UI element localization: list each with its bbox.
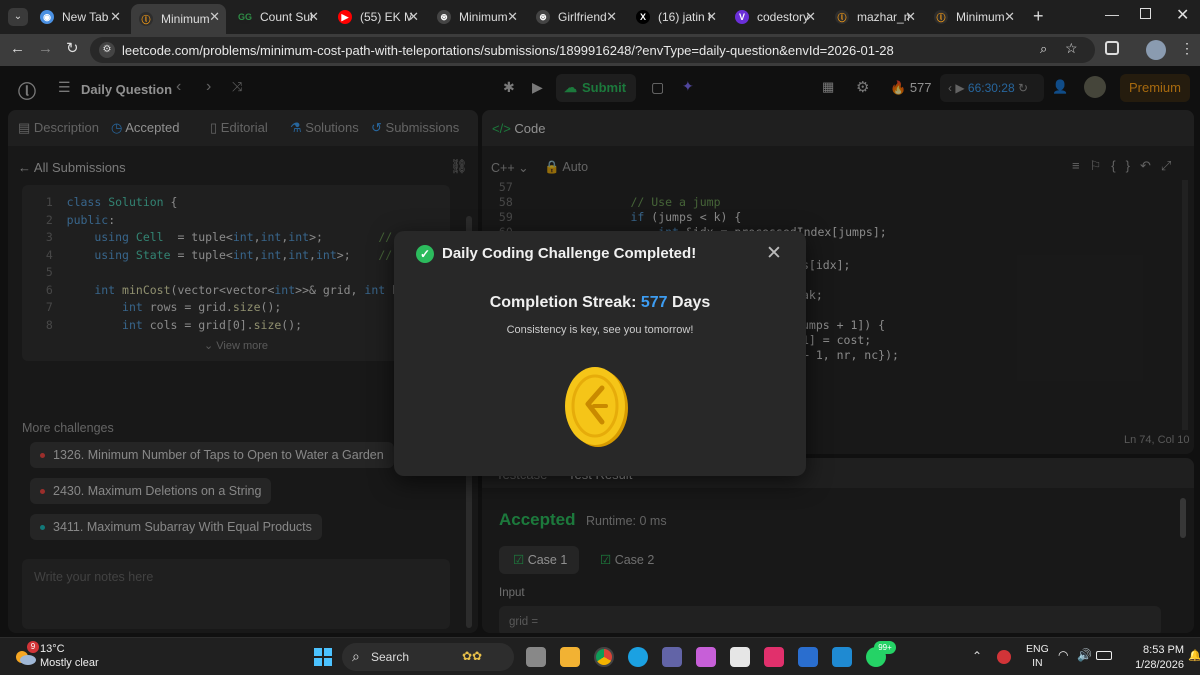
menu-icon[interactable]: ⋮	[1180, 40, 1194, 57]
tray-chevron-icon[interactable]: ⌃	[972, 649, 982, 663]
new-tab-button[interactable]: +	[1033, 6, 1044, 27]
browser-tab[interactable]: Vcodestory ✕	[727, 4, 822, 30]
minimize-button[interactable]: —	[1105, 6, 1119, 22]
browser-tab[interactable]: ⊛ Minimum C✕	[429, 4, 524, 30]
close-tab-icon[interactable]: ✕	[905, 9, 916, 25]
forward-icon[interactable]: →	[38, 40, 53, 57]
streak-line: Completion Streak: 577 Days	[394, 294, 806, 312]
close-tab-icon[interactable]: ✕	[408, 9, 419, 25]
clock-time[interactable]: 8:53 PM	[1124, 644, 1184, 656]
tab-title: Minimum C	[161, 12, 213, 26]
lang-line2: IN	[1032, 657, 1043, 669]
vscode-icon[interactable]	[832, 647, 852, 667]
success-check-icon: ✓	[416, 245, 434, 263]
codestory-icon: V	[735, 10, 749, 24]
instagram-icon[interactable]	[764, 647, 784, 667]
back-icon[interactable]: ←	[10, 40, 25, 57]
tab-title: (16) jatin li	[658, 10, 710, 24]
maximize-button[interactable]	[1140, 8, 1151, 19]
browser-tab[interactable]: GG Count Sub ✕	[230, 4, 325, 30]
tab-search-button[interactable]: ⌄	[8, 8, 28, 26]
app-icon[interactable]	[798, 647, 818, 667]
chatgpt-icon: ⊛	[437, 10, 451, 24]
browser-tab[interactable]: ⓛ Minimum C✕	[131, 4, 226, 34]
close-window-button[interactable]: ✕	[1176, 5, 1189, 25]
browser-tab[interactable]: X (16) jatin li ✕	[628, 4, 723, 30]
x-icon: X	[636, 10, 650, 24]
teams-icon[interactable]	[662, 647, 682, 667]
language-indicator[interactable]: ENG IN	[1026, 643, 1049, 669]
tab-title: Girlfriend I	[558, 10, 610, 24]
close-tab-icon[interactable]: ✕	[706, 9, 717, 25]
tab-title: mazhar_m	[857, 10, 909, 24]
clock-date[interactable]: 1/28/2026	[1118, 659, 1184, 671]
weather-temp: 13°C	[40, 643, 65, 655]
tab-title: Count Sub	[260, 10, 312, 24]
close-tab-icon[interactable]: ✕	[209, 9, 220, 25]
tab-title: Minimum C	[956, 10, 1008, 24]
chatgpt-icon: ⊛	[536, 10, 550, 24]
streak-unit: Days	[672, 294, 711, 311]
bookmark-star-icon[interactable]: ☆	[1065, 40, 1078, 57]
leetcode-icon: ⓛ	[139, 12, 153, 26]
modal-subtitle: Consistency is key, see you tomorrow!	[506, 324, 694, 336]
windows-start-icon[interactable]	[314, 648, 332, 666]
whatsapp-badge: 99+	[874, 641, 896, 654]
url-field[interactable]: ⚙ leetcode.com/problems/minimum-cost-pat…	[90, 37, 1095, 63]
browser-tab-bar: ⌄ ◉New Tab✕ⓛMinimum C✕GGCount Sub✕▶(55) …	[0, 0, 1200, 34]
windows-taskbar: 9 13°C Mostly clear ⌕ Search ✿✿ 99+ ⌃ EN…	[0, 637, 1200, 675]
site-info-icon[interactable]: ⚙	[99, 42, 115, 58]
store-icon[interactable]	[730, 647, 750, 667]
close-tab-icon[interactable]: ✕	[110, 9, 121, 25]
browser-tab[interactable]: ⓛ mazhar_m ✕	[827, 4, 922, 30]
close-icon[interactable]: ✕	[766, 242, 782, 265]
file-explorer-icon[interactable]	[560, 647, 580, 667]
profile-avatar[interactable]	[1146, 40, 1166, 60]
weather-desc: Mostly clear	[40, 657, 99, 669]
leetcode-icon: ⓛ	[835, 10, 849, 24]
youtube-icon: ▶	[338, 10, 352, 24]
browser-tab[interactable]: ⓛ Minimum C✕	[926, 4, 1021, 30]
browser-tab[interactable]: ⊛ Girlfriend I ✕	[528, 4, 623, 30]
weather-badge: 9	[27, 641, 39, 653]
daily-challenge-modal: ✓ Daily Coding Challenge Completed! ✕ Co…	[394, 231, 806, 476]
close-tab-icon[interactable]: ✕	[308, 9, 319, 25]
close-tab-icon[interactable]: ✕	[1004, 9, 1015, 25]
close-tab-icon[interactable]: ✕	[805, 9, 816, 25]
browser-tab[interactable]: ▶ (55) EK MU✕	[330, 4, 425, 30]
tab-title: (55) EK MU	[360, 10, 412, 24]
close-tab-icon[interactable]: ✕	[606, 9, 617, 25]
battery-icon[interactable]	[1096, 651, 1112, 660]
volume-icon[interactable]: 🔊	[1077, 648, 1092, 662]
search-icon: ⌕	[352, 648, 360, 664]
streak-label: Completion Streak:	[489, 294, 637, 311]
edge-icon[interactable]	[628, 647, 648, 667]
notification-bell-icon[interactable]: 🔔	[1188, 649, 1200, 662]
modal-title: Daily Coding Challenge Completed!	[442, 245, 697, 262]
chrome-icon: ◉	[40, 10, 54, 24]
wifi-icon[interactable]: ◠	[1058, 648, 1068, 662]
task-view-icon[interactable]	[526, 647, 546, 667]
leetcode-icon: ⓛ	[934, 10, 948, 24]
search-highlight-icon: ✿✿	[462, 649, 483, 663]
tab-title: codestory	[757, 10, 809, 24]
lang-line1: ENG	[1026, 643, 1049, 655]
taskbar-search[interactable]: ⌕ Search ✿✿	[342, 643, 514, 671]
tab-title: New Tab	[62, 10, 109, 24]
extensions-icon[interactable]	[1105, 41, 1119, 55]
tab-title: Minimum C	[459, 10, 511, 24]
url-text: leetcode.com/problems/minimum-cost-path-…	[122, 43, 894, 58]
streak-value: 577	[640, 294, 668, 311]
search-label: Search	[371, 650, 410, 664]
close-tab-icon[interactable]: ✕	[507, 9, 518, 25]
leetcode-coin-icon	[564, 366, 630, 448]
tray-app-icon[interactable]	[997, 650, 1011, 664]
browser-tab[interactable]: ◉ New Tab ✕	[32, 4, 127, 30]
chrome-taskbar-icon[interactable]	[594, 647, 614, 667]
copilot-icon[interactable]	[696, 647, 716, 667]
gfg-icon: GG	[238, 10, 253, 24]
reload-icon[interactable]: ↻	[66, 39, 79, 57]
address-bar-row: ← → ↻ ⚙ leetcode.com/problems/minimum-co…	[0, 34, 1200, 66]
zoom-icon[interactable]: ⌕	[1040, 41, 1047, 57]
